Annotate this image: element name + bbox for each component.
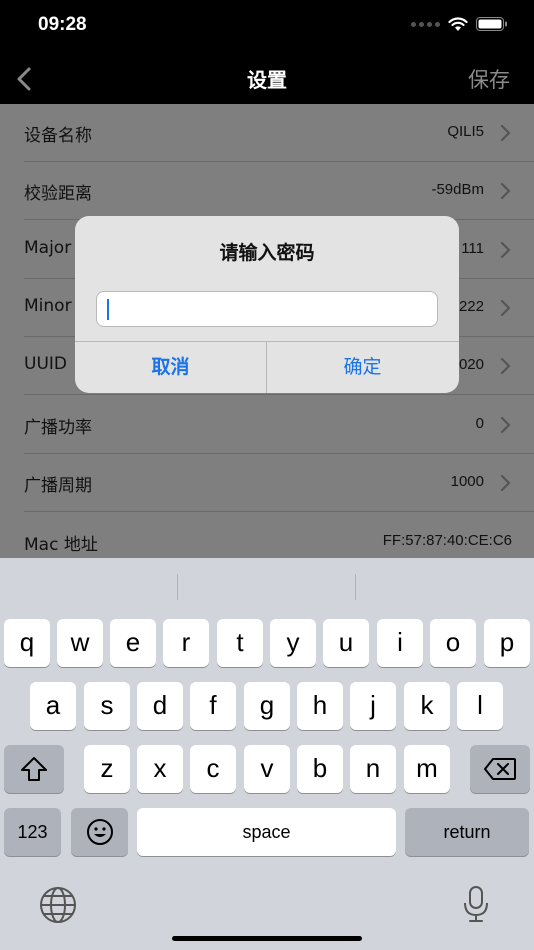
key-e[interactable]: e [110,619,156,667]
backspace-icon [484,758,516,780]
space-key[interactable]: space [137,808,396,856]
row-value: 1000 [450,473,484,490]
return-key-label: return [443,822,491,842]
battery-icon [476,17,507,31]
chevron-right-icon [500,357,511,375]
return-key[interactable]: return [405,808,529,856]
chevron-right-icon [500,416,511,434]
emoji-icon [86,819,113,845]
settings-row-check-distance[interactable]: 校验距离 -59dBm [0,162,534,220]
shift-key[interactable] [4,745,64,793]
row-label: 广播功率 [24,418,92,438]
chevron-right-icon [500,474,511,492]
password-dialog: 请输入密码 取消 确定 [75,216,459,393]
row-value: QILI5 [447,123,484,140]
key-c[interactable]: c [190,745,236,793]
key-i[interactable]: i [377,619,423,667]
key-j[interactable]: j [350,682,396,730]
page-title: 设置 [247,68,287,92]
row-value: 111 [461,240,484,257]
row-value: FF:57:87:40:CE:C6 [382,532,512,549]
key-h[interactable]: h [297,682,343,730]
key-y[interactable]: y [270,619,316,667]
key-l[interactable]: l [457,682,503,730]
dialog-title: 请输入密码 [219,242,315,264]
row-value: -59dBm [431,181,484,198]
key-d[interactable]: d [137,682,183,730]
cancel-button[interactable]: 取消 [75,342,266,393]
key-k[interactable]: k [404,682,450,730]
key-g[interactable]: g [244,682,290,730]
chevron-right-icon [500,299,511,317]
save-button[interactable]: 保存 [468,64,510,94]
row-value: 222 [458,298,484,315]
keyboard: q w e r t y u i o p a s d f g h j k l z … [0,558,534,950]
row-value: 0 [475,415,484,432]
key-f[interactable]: f [190,682,236,730]
settings-row-device-name[interactable]: 设备名称 QILI5 [0,104,534,162]
settings-row-broadcast-power[interactable]: 广播功率 0 [0,396,534,454]
key-q[interactable]: q [4,619,50,667]
numbers-key-label: 123 [17,822,48,842]
key-x[interactable]: x [137,745,183,793]
row-label: 设备名称 [24,126,92,146]
row-label: 广播周期 [24,476,92,496]
key-b[interactable]: b [297,745,343,793]
numbers-key[interactable]: 123 [4,808,61,856]
key-n[interactable]: n [350,745,396,793]
key-m[interactable]: m [404,745,450,793]
status-icons [411,16,508,32]
row-label: UUID [24,354,67,374]
row-label: Minor [24,296,72,316]
microphone-icon[interactable] [460,884,492,924]
chevron-right-icon [500,124,511,142]
key-s[interactable]: s [84,682,130,730]
backspace-key[interactable] [470,745,530,793]
key-p[interactable]: p [484,619,530,667]
key-w[interactable]: w [57,619,103,667]
globe-icon[interactable] [38,885,78,925]
status-bar: 09:28 [0,0,534,52]
key-o[interactable]: o [430,619,476,667]
key-v[interactable]: v [244,745,290,793]
key-a[interactable]: a [30,682,76,730]
row-label: Mac 地址 [24,535,98,555]
settings-row-broadcast-period[interactable]: 广播周期 1000 [0,454,534,512]
chevron-right-icon [500,182,511,200]
row-label: 校验距离 [24,184,92,204]
text-caret [107,299,109,320]
key-z[interactable]: z [84,745,130,793]
navigation-bar: 设置 保存 [0,52,534,104]
password-input[interactable] [96,291,438,327]
emoji-key[interactable] [71,808,128,856]
space-key-label: space [242,822,291,842]
suggestion-divider [177,574,178,600]
confirm-button[interactable]: 确定 [267,342,458,393]
key-r[interactable]: r [163,619,209,667]
row-value: 020 [458,356,484,373]
settings-row-mac-address: Mac 地址 FF:57:87:40:CE:C6 [0,513,534,558]
shift-icon [21,757,47,781]
key-t[interactable]: t [217,619,263,667]
wifi-icon [448,16,468,31]
chevron-right-icon [500,241,511,259]
key-u[interactable]: u [323,619,369,667]
signal-icon [411,21,440,27]
home-indicator[interactable] [172,936,362,941]
row-label: Major [24,238,72,258]
suggestion-divider [355,574,356,600]
status-time: 09:28 [38,14,87,35]
